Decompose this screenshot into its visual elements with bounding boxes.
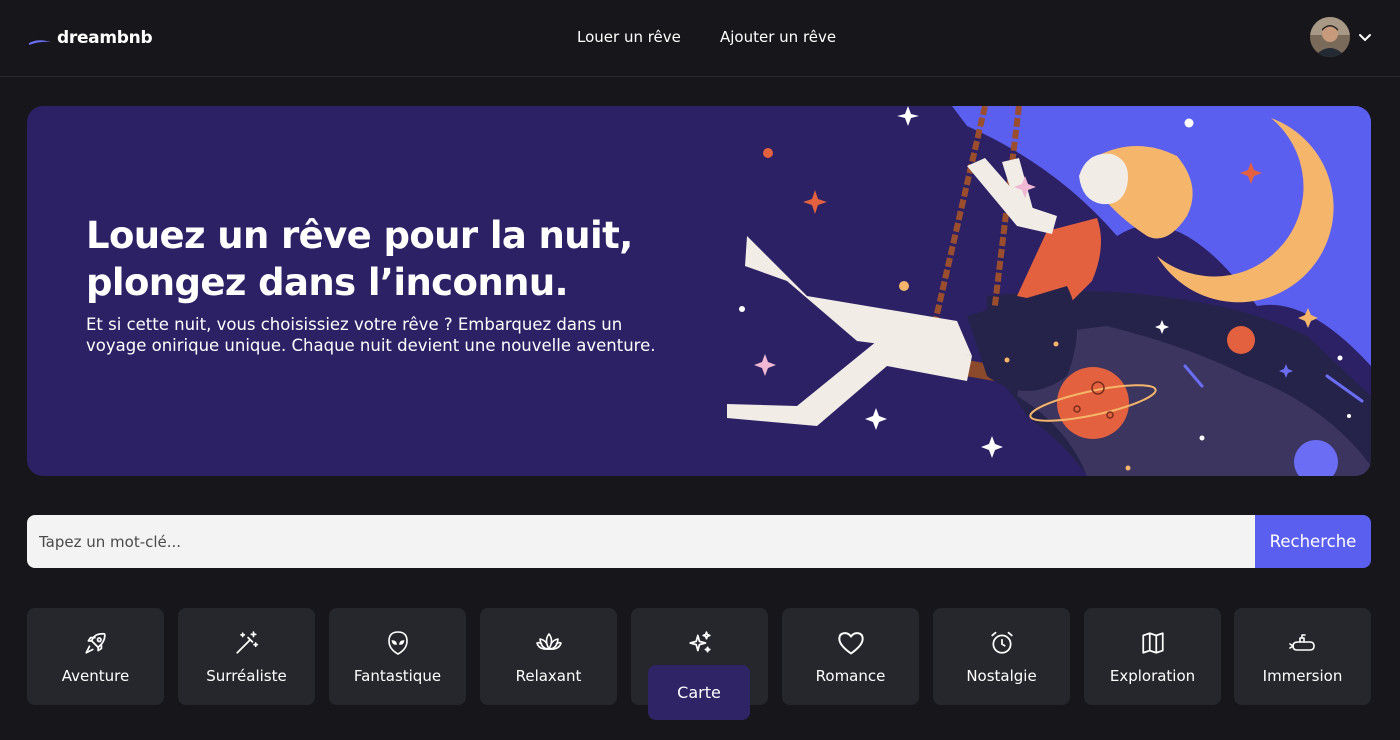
hero-subtitle-line-1: Et si cette nuit, vous choisissiez votre… [86,315,623,334]
submarine-icon [1288,629,1317,657]
category-romance[interactable]: Romance [782,608,919,705]
search-input[interactable] [27,515,1255,568]
heart-icon [837,629,865,657]
hero-title: Louez un rêve pour la nuit, plongez dans… [86,212,646,306]
category-label: Fantastique [353,667,442,685]
category-relaxant[interactable]: Relaxant [480,608,617,705]
category-label: Immersion [1262,667,1343,685]
magic-wand-icon [233,629,261,657]
category-aventure[interactable]: Aventure [27,608,164,705]
category-label: Exploration [1109,667,1196,685]
hero-subtitle-line-2: voyage onirique unique. Chaque nuit devi… [86,336,656,355]
category-label: Surréaliste [206,667,287,685]
category-label: Relaxant [515,667,582,685]
search-button[interactable]: Recherche [1255,515,1371,568]
lotus-icon [535,629,563,657]
nav-link-rent[interactable]: Louer un rêve [577,28,681,46]
map-icon [1139,629,1167,657]
hero-title-line-1: Louez un rêve pour la nuit, [86,214,633,257]
moon-logo-icon [27,25,53,51]
search-bar: Recherche [27,515,1371,568]
category-label: Aventure [61,667,130,685]
user-menu[interactable] [1310,17,1372,57]
category-nostalgie[interactable]: Nostalgie [933,608,1070,705]
hero-banner: Louez un rêve pour la nuit, plongez dans… [27,106,1371,476]
hero-subtitle: Et si cette nuit, vous choisissiez votre… [86,314,706,356]
alien-icon [384,629,412,657]
category-label: Nostalgie [966,667,1037,685]
map-view-button[interactable]: Carte [648,665,750,720]
category-label: Romance [815,667,886,685]
category-exploration[interactable]: Exploration [1084,608,1221,705]
hero-title-line-2: plongez dans l’inconnu. [86,261,569,304]
rocket-icon [82,629,110,657]
category-surrealiste[interactable]: Surréaliste [178,608,315,705]
chevron-down-icon[interactable] [1358,28,1372,47]
user-avatar[interactable] [1310,17,1350,57]
nav-link-add[interactable]: Ajouter un rêve [720,28,836,46]
brand-logo[interactable]: dreambnb [27,25,153,51]
alarm-clock-icon [988,629,1016,657]
sparkles-icon [686,629,714,657]
brand-name: dreambnb [57,28,153,48]
category-fantastique[interactable]: Fantastique [329,608,466,705]
top-navbar: dreambnb Louer un rêve Ajouter un rêve [0,0,1400,77]
category-immersion[interactable]: Immersion [1234,608,1371,705]
